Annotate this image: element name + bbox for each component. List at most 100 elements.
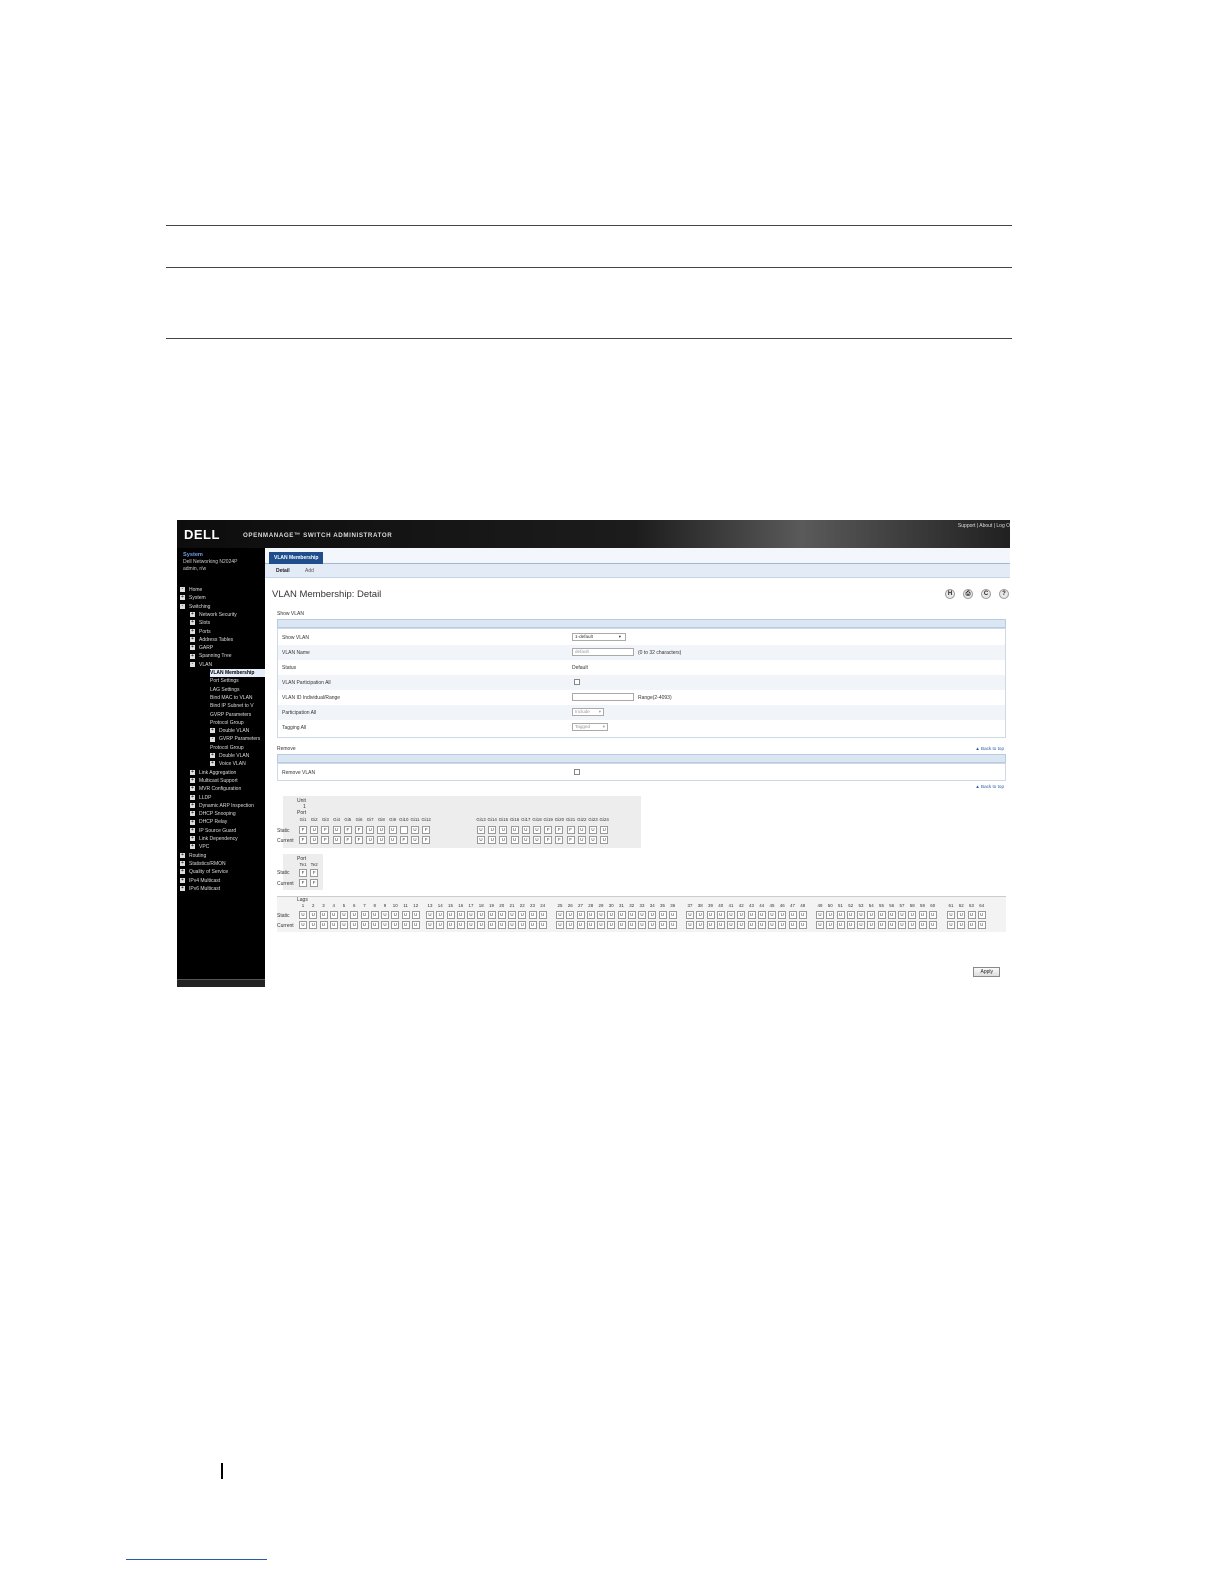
lag-static-cell[interactable]: U	[788, 911, 797, 919]
participation-all-select[interactable]: Include ▾	[572, 708, 604, 716]
static-cell[interactable]: F	[355, 826, 363, 834]
vlan-id-input[interactable]	[572, 693, 634, 701]
nav-item[interactable]: GVRP Parameters	[210, 711, 265, 719]
expand-icon[interactable]: +	[210, 761, 215, 767]
expand-icon[interactable]: +	[190, 628, 195, 634]
lag-static-cell[interactable]: U	[538, 911, 547, 919]
lag-static-cell[interactable]: U	[627, 911, 636, 919]
static-cell[interactable]: U	[600, 826, 609, 834]
nav-item[interactable]: + Double VLAN	[210, 727, 265, 735]
nav-item[interactable]: VLAN Membership	[210, 669, 265, 677]
expand-icon[interactable]: +	[190, 769, 195, 775]
nav-item[interactable]: + MVR Configuration	[190, 785, 265, 793]
nav-item[interactable]: + Link Aggregation	[190, 769, 265, 777]
static-cell[interactable]: U	[499, 826, 508, 834]
lag-static-cell[interactable]: U	[309, 911, 318, 919]
lag-static-cell[interactable]: U	[846, 911, 855, 919]
expand-icon[interactable]: +	[190, 827, 195, 833]
expand-icon[interactable]: +	[180, 852, 185, 858]
lag-static-cell[interactable]: U	[686, 911, 694, 919]
static-cell[interactable]: U	[577, 826, 586, 834]
nav-item[interactable]: + LLDP	[190, 794, 265, 802]
back-to-top-link-2[interactable]: ▲ Back to top	[975, 784, 1004, 789]
lag-static-cell[interactable]: U	[497, 911, 506, 919]
lag-static-cell[interactable]: U	[638, 911, 646, 919]
nav-item[interactable]: + Routing	[180, 852, 265, 860]
static-cell[interactable]: U	[332, 826, 341, 834]
static-cell[interactable]: U	[533, 826, 541, 834]
top-links[interactable]: Support | About | Log O	[958, 523, 1010, 529]
lag-static-cell[interactable]: U	[566, 911, 575, 919]
lag-static-cell[interactable]: U	[908, 911, 917, 919]
refresh-icon[interactable]: C	[981, 589, 991, 599]
subtab-add[interactable]: Add	[305, 568, 314, 574]
lag-static-cell[interactable]: U	[528, 911, 537, 919]
lag-static-cell[interactable]: U	[648, 911, 657, 919]
lag-static-cell[interactable]: U	[706, 911, 715, 919]
subtab-detail[interactable]: Detail	[276, 568, 290, 574]
nav-item[interactable]: + Dynamic ARP Inspection	[190, 802, 265, 810]
expand-icon[interactable]: +	[190, 802, 195, 808]
print-icon[interactable]: ⎙	[963, 589, 973, 599]
lag-static-cell[interactable]: U	[967, 911, 976, 919]
lag-static-cell[interactable]: U	[446, 911, 455, 919]
lag-static-cell[interactable]: U	[768, 911, 776, 919]
lag-static-cell[interactable]: U	[826, 911, 835, 919]
lag-static-cell[interactable]: U	[836, 911, 845, 919]
expand-icon[interactable]: +	[210, 728, 215, 734]
save-icon[interactable]: H	[945, 589, 955, 599]
nav-item[interactable]: Port Settings	[210, 677, 265, 685]
lag-static-cell[interactable]: U	[668, 911, 677, 919]
lag-static-cell[interactable]: U	[757, 911, 766, 919]
lag-static-cell[interactable]: U	[798, 911, 807, 919]
nav-item[interactable]: + Statistics/RMON	[180, 860, 265, 868]
nav-item[interactable]: - GVRP Parameters	[210, 735, 265, 743]
lag-static-cell[interactable]: U	[928, 911, 937, 919]
nav-item[interactable]: + Address Tables	[190, 636, 265, 644]
apply-button[interactable]: Apply	[973, 967, 1000, 977]
lag-static-cell[interactable]: U	[319, 911, 328, 919]
static-cell[interactable]: F	[299, 826, 307, 834]
lag-static-cell[interactable]: U	[737, 911, 746, 919]
lag-static-cell[interactable]: U	[887, 911, 896, 919]
lag-static-cell[interactable]: U	[401, 911, 410, 919]
nav-item[interactable]: Bind IP Subnet to V	[210, 702, 265, 710]
help-icon[interactable]: ?	[999, 589, 1009, 599]
static-cell[interactable]: F	[321, 826, 330, 834]
expand-icon[interactable]: +	[190, 786, 195, 792]
nav-item[interactable]: + Network Security	[190, 611, 265, 619]
lag-static-cell[interactable]: U	[477, 911, 486, 919]
expand-icon[interactable]: +	[180, 861, 185, 867]
lag-static-cell[interactable]: U	[518, 911, 527, 919]
lag-static-cell[interactable]: U	[696, 911, 705, 919]
lag-static-cell[interactable]: U	[778, 911, 787, 919]
expand-icon[interactable]: +	[190, 653, 195, 659]
lag-static-cell[interactable]: U	[867, 911, 876, 919]
nav-item[interactable]: Bind MAC to VLAN	[210, 694, 265, 702]
expand-icon[interactable]: +	[180, 885, 185, 891]
static-cell[interactable]: F	[566, 826, 575, 834]
static-cell[interactable]: U	[310, 826, 319, 834]
lag-static-cell[interactable]: U	[727, 911, 735, 919]
lag-static-cell[interactable]: U	[456, 911, 465, 919]
lag-static-cell[interactable]: U	[391, 911, 400, 919]
static-cell[interactable]: F	[555, 826, 564, 834]
lag-static-cell[interactable]: U	[426, 911, 434, 919]
lag-static-cell[interactable]: U	[716, 911, 725, 919]
lag-static-cell[interactable]: U	[816, 911, 824, 919]
lag-static-cell[interactable]: U	[597, 911, 605, 919]
static-cell[interactable]: U	[388, 826, 397, 834]
lag-static-cell[interactable]: U	[360, 911, 369, 919]
lag-static-cell[interactable]: U	[898, 911, 906, 919]
static-cell[interactable]: U	[510, 826, 519, 834]
lag-static-cell[interactable]: U	[918, 911, 927, 919]
back-to-top-link[interactable]: ▲ Back to top	[975, 746, 1004, 751]
expand-icon[interactable]: +	[180, 595, 185, 601]
static-cell[interactable]: U	[377, 826, 386, 834]
lag-static-cell[interactable]: U	[381, 911, 389, 919]
lag-static-cell[interactable]: U	[977, 911, 986, 919]
lag-static-cell[interactable]: U	[340, 911, 348, 919]
nav-item[interactable]: + Slots	[190, 619, 265, 627]
nav-item[interactable]: + System	[180, 594, 265, 602]
lag-static-cell[interactable]: U	[350, 911, 359, 919]
